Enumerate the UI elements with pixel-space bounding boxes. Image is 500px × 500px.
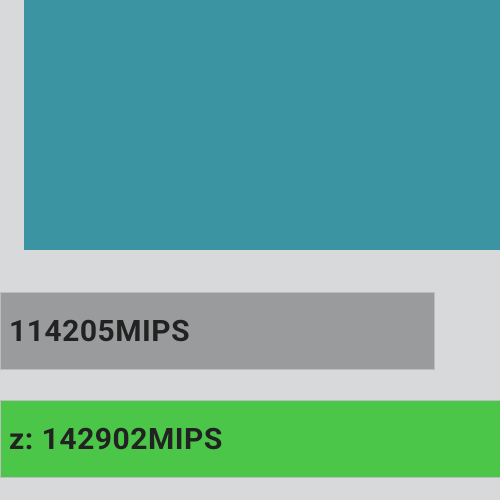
hero-panel xyxy=(24,0,500,250)
bar-2-label: z: 142902MIPS xyxy=(9,422,223,457)
bar-1: 114205MIPS xyxy=(0,292,435,370)
bar-1-label: 114205MIPS xyxy=(9,314,190,349)
bar-2: z: 142902MIPS xyxy=(0,400,500,478)
bar-chart: 114205MIPS z: 142902MIPS xyxy=(0,292,500,478)
